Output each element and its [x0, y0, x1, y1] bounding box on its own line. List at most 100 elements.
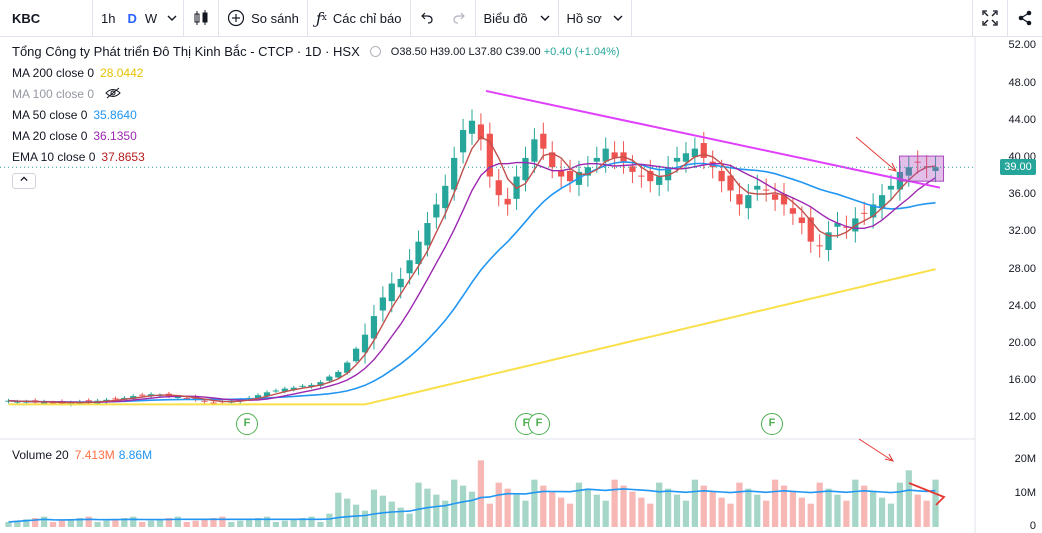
volume-bar[interactable] [326, 513, 333, 527]
candle-body[interactable] [174, 397, 181, 398]
profile-dropdown[interactable]: Hồ sơ [559, 0, 631, 37]
candle-body[interactable] [736, 194, 743, 205]
volume-bar[interactable] [112, 519, 119, 527]
volume-bar[interactable] [852, 479, 859, 527]
volume-bar[interactable] [147, 520, 155, 527]
candle-body[interactable] [816, 245, 823, 247]
candle-body[interactable] [335, 371, 342, 378]
volume-bar[interactable] [896, 482, 904, 527]
volume-bar[interactable] [281, 520, 288, 527]
chart-type-dropdown[interactable]: Biểu đồ [476, 0, 558, 37]
indicator-ma50[interactable]: MA 50 close 0 35.8640 [12, 108, 137, 122]
volume-bar[interactable] [156, 519, 164, 527]
interval-w[interactable]: W [141, 0, 161, 37]
volume-bar[interactable] [513, 494, 520, 527]
candle-body[interactable] [522, 157, 529, 181]
volume-bar[interactable] [477, 460, 485, 527]
volume-legend[interactable]: Volume 20 7.413M 8.86M [12, 448, 152, 462]
volume-bar[interactable] [49, 522, 57, 527]
fullscreen-button[interactable] [973, 0, 1007, 37]
annotation-arrow[interactable] [855, 136, 897, 172]
indicator-ma100[interactable]: MA 100 close 0 [12, 87, 122, 101]
volume-bar[interactable] [263, 516, 271, 527]
candle-body[interactable] [558, 170, 565, 177]
volume-bar[interactable] [317, 522, 324, 527]
volume-bar[interactable] [834, 494, 841, 527]
candle-body[interactable] [540, 133, 547, 149]
interval-dropdown[interactable] [161, 0, 183, 37]
event-marker[interactable]: F [528, 413, 550, 435]
volume-bar[interactable] [647, 503, 654, 527]
volume-bar[interactable] [522, 500, 529, 527]
candle-body[interactable] [504, 198, 511, 205]
volume-bar[interactable] [379, 495, 386, 527]
collapse-legend-button[interactable] [12, 173, 36, 189]
candle-body[interactable] [299, 385, 306, 387]
volume-bar[interactable] [272, 522, 280, 527]
annotation-arrow[interactable] [858, 438, 895, 462]
volume-bar[interactable] [246, 519, 253, 527]
volume-bar[interactable] [308, 516, 315, 527]
candle-style-button[interactable] [184, 0, 218, 37]
share-button[interactable] [1008, 0, 1042, 37]
candle-body[interactable] [495, 180, 502, 196]
candle-body[interactable] [112, 398, 119, 400]
volume-bar[interactable] [593, 494, 600, 527]
candle-body[interactable] [798, 217, 805, 224]
candle-body[interactable] [656, 176, 663, 185]
candle-body[interactable] [326, 376, 333, 381]
candle-body[interactable] [459, 130, 467, 153]
volume-bar[interactable] [727, 503, 734, 527]
volume-bar[interactable] [290, 519, 297, 527]
compare-button[interactable]: So sánh [219, 0, 307, 37]
event-marker[interactable]: F [236, 413, 258, 435]
indicators-button[interactable]: ƒx Các chỉ báo [308, 0, 410, 37]
volume-bar[interactable] [192, 520, 199, 527]
volume-bar[interactable] [887, 503, 895, 527]
volume-bar[interactable] [370, 489, 378, 527]
volume-bar[interactable] [85, 516, 92, 527]
indicator-ma20[interactable]: MA 20 close 0 36.1350 [12, 129, 137, 143]
candle-body[interactable] [201, 400, 208, 402]
chart-area[interactable]: Tổng Công ty Phát triển Đô Thị Kinh Bắc … [0, 37, 1042, 533]
volume-bar[interactable] [397, 507, 404, 527]
volume-bar[interactable] [558, 497, 565, 527]
candle-body[interactable] [602, 148, 609, 162]
volume-bar[interactable] [870, 491, 877, 527]
candle-body[interactable] [139, 394, 146, 396]
candle-body[interactable] [682, 153, 690, 162]
volume-bar[interactable] [219, 516, 226, 527]
event-marker[interactable]: F [761, 413, 783, 435]
volume-bar[interactable] [237, 520, 244, 527]
volume-bar[interactable] [40, 516, 48, 527]
volume-bar[interactable] [914, 494, 921, 527]
candle-body[interactable] [754, 185, 761, 190]
volume-bar[interactable] [798, 497, 805, 527]
candle-body[interactable] [673, 157, 681, 162]
volume-bar[interactable] [780, 485, 788, 527]
volume-bar[interactable] [745, 488, 752, 527]
volume-bar[interactable] [825, 488, 832, 527]
candle-body[interactable] [415, 241, 422, 264]
volume-bar[interactable] [709, 491, 716, 527]
symbol-search[interactable]: KBC [0, 0, 92, 37]
volume-bar[interactable] [201, 519, 208, 527]
redo-button[interactable] [443, 0, 475, 37]
candle-body[interactable] [424, 223, 431, 246]
candle-body[interactable] [468, 120, 476, 134]
volume-bar[interactable] [531, 479, 538, 527]
candle-body[interactable] [745, 195, 752, 209]
volume-bar[interactable] [566, 503, 574, 527]
volume-bar[interactable] [620, 485, 627, 527]
candle-body[interactable] [593, 157, 600, 162]
volume-bar[interactable] [361, 510, 369, 527]
volume-bar[interactable] [861, 485, 868, 527]
volume-bar[interactable] [335, 492, 342, 527]
candle-body[interactable] [433, 204, 440, 218]
volume-bar[interactable] [228, 522, 235, 527]
volume-bar[interactable] [433, 494, 440, 527]
interval-1h[interactable]: 1h [93, 0, 123, 37]
candle-body[interactable] [451, 157, 458, 190]
volume-bar[interactable] [495, 482, 502, 527]
volume-bar[interactable] [656, 482, 663, 527]
